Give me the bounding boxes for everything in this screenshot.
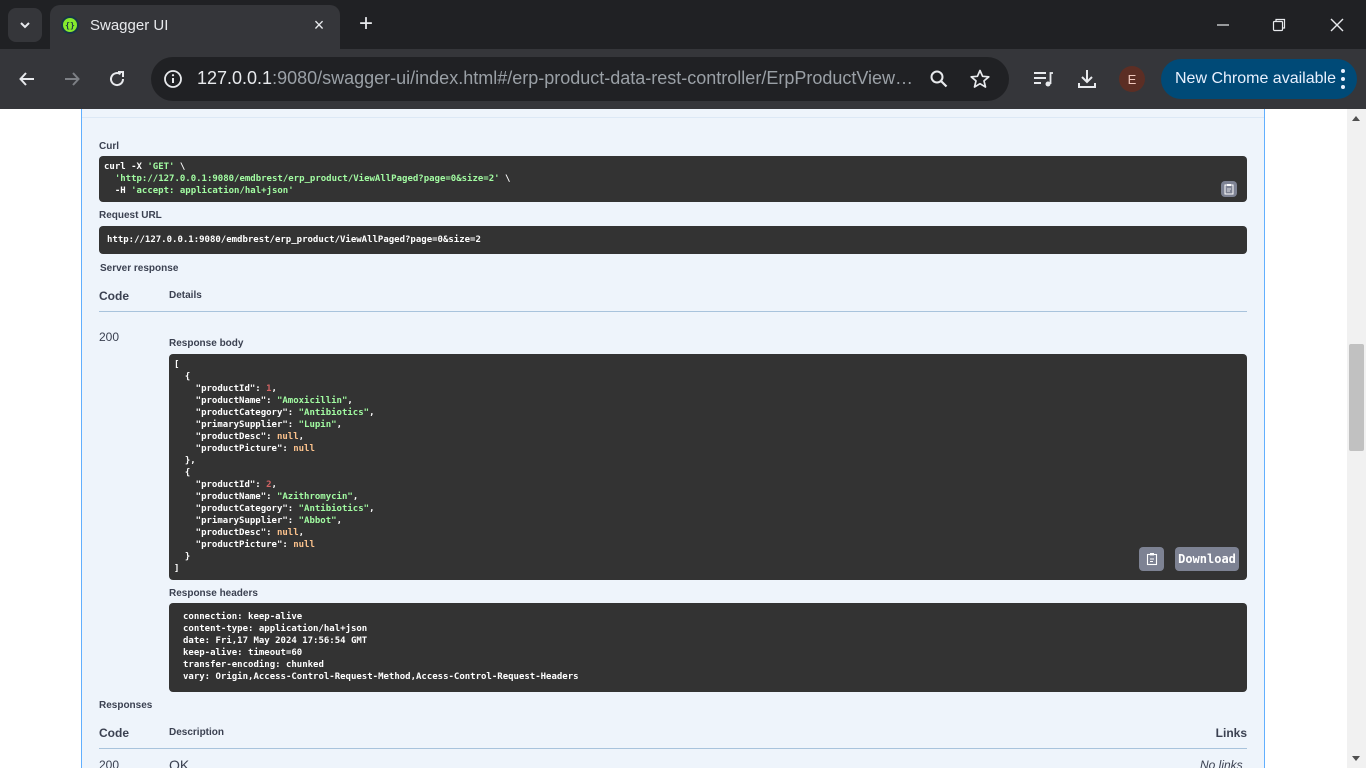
responses-row-code: 200 [99, 758, 120, 768]
response-header-line: vary: Origin,Access-Control-Request-Meth… [183, 672, 579, 682]
scroll-up-icon[interactable] [1352, 116, 1360, 121]
details-column-header: Details [169, 290, 202, 301]
clipboard-icon [1146, 553, 1157, 566]
response-body-label: Response body [169, 338, 244, 349]
url-path: :9080/swagger-ui/index.html#/erp-product… [272, 68, 919, 88]
request-url-block[interactable]: http://127.0.0.1:9080/emdbrest/erp_produ… [99, 226, 1247, 254]
responses-header-row: Code Description Links [99, 716, 1247, 749]
code-column-header: Code [99, 289, 129, 303]
update-label: New Chrome available [1175, 70, 1336, 87]
clipboard-icon [1224, 184, 1234, 195]
responses-row-links: No links [1200, 758, 1243, 768]
curl-copy-button[interactable] [1221, 181, 1237, 197]
curl-code-block[interactable]: curl -X 'GET' \ 'http://127.0.0.1:9080/e… [99, 156, 1247, 202]
json-value: null [276, 528, 299, 538]
scrollbar-thumb[interactable] [1349, 344, 1364, 451]
response-header-line: transfer-encoding: chunked [183, 660, 324, 670]
url-host: 127.0.0.1 [197, 68, 273, 88]
request-url-label: Request URL [99, 210, 162, 221]
swagger-favicon-icon: {} [61, 16, 79, 34]
window-close-icon[interactable] [1323, 12, 1351, 38]
response-status-code: 200 [99, 330, 120, 344]
download-icon[interactable] [1073, 65, 1101, 93]
tab-strip: {} Swagger UI × + [0, 0, 1366, 49]
zoom-icon[interactable] [927, 67, 951, 91]
response-header-line: content-type: application/hal+json [183, 624, 368, 634]
operation-panel: Curl curl -X 'GET' \ 'http://127.0.0.1:9… [81, 109, 1265, 768]
address-bar[interactable]: 127.0.0.1:9080/swagger-ui/index.html#/er… [151, 57, 1009, 101]
site-info-icon[interactable] [161, 67, 185, 91]
more-icon[interactable] [1341, 69, 1345, 89]
response-header-line: keep-alive: timeout=60 [183, 648, 303, 658]
server-response-header-row: Code Details [99, 279, 1247, 312]
download-button[interactable]: Download [1175, 547, 1239, 571]
response-headers-text: connection: keep-alive content-type: app… [183, 611, 579, 683]
curl-command: curl -X 'GET' \ 'http://127.0.0.1:9080/e… [104, 162, 511, 196]
responses-links-header: Links [1215, 726, 1247, 740]
forward-icon[interactable] [58, 65, 86, 93]
responses-row-description: OK [169, 757, 190, 768]
json-value: "Azithromycin" [276, 492, 353, 502]
response-header-line: date: Fri,17 May 2024 17:56:54 GMT [183, 636, 368, 646]
panel-divider [82, 117, 1264, 118]
tab-title: Swagger UI [90, 17, 169, 34]
reload-icon[interactable] [103, 65, 131, 93]
back-icon[interactable] [13, 65, 41, 93]
response-headers-label: Response headers [169, 588, 258, 599]
minimize-icon[interactable] [1209, 12, 1237, 38]
json-value: null [293, 540, 315, 550]
response-header-line: connection: keep-alive [183, 612, 303, 622]
tab-search-icon [20, 22, 30, 29]
response-body-block[interactable]: [ { "productId": 1, "productName": "Amox… [169, 354, 1247, 580]
json-value: null [293, 444, 315, 454]
json-value: "Amoxicillin" [276, 396, 348, 406]
url-text[interactable]: 127.0.0.1:9080/swagger-ui/index.html#/er… [197, 68, 919, 89]
page-viewport: Curl curl -X 'GET' \ 'http://127.0.0.1:9… [0, 109, 1347, 768]
request-url-text: http://127.0.0.1:9080/emdbrest/erp_produ… [107, 235, 481, 245]
curl-label: Curl [99, 141, 119, 152]
media-icon[interactable] [1029, 65, 1057, 93]
responses-code-header: Code [99, 726, 129, 740]
star-icon[interactable] [968, 67, 992, 91]
restore-icon[interactable] [1265, 12, 1293, 38]
responses-description-header: Description [169, 727, 225, 738]
new-chrome-available-button[interactable]: New Chrome available [1161, 59, 1357, 99]
tab-search-button[interactable] [8, 8, 42, 42]
json-value: "Antibiotics" [298, 408, 370, 418]
profile-avatar[interactable]: E [1119, 66, 1145, 92]
scroll-down-icon[interactable] [1352, 756, 1360, 761]
tab-swagger-ui[interactable]: {} Swagger UI × [50, 5, 340, 49]
responses-label: Responses [99, 700, 153, 711]
json-value: "Abbot" [298, 516, 337, 526]
page-scrollbar[interactable] [1347, 109, 1366, 768]
response-headers-block[interactable]: connection: keep-alive content-type: app… [169, 603, 1247, 692]
json-value: null [276, 432, 299, 442]
json-value: "Lupin" [298, 420, 337, 430]
close-icon[interactable]: × [310, 16, 328, 34]
response-body-json: [ { "productId": 1, "productName": "Amox… [174, 360, 375, 574]
json-value: "Antibiotics" [298, 504, 370, 514]
plus-icon[interactable]: + [352, 11, 380, 39]
server-response-label: Server response [100, 263, 179, 274]
response-copy-button[interactable] [1139, 547, 1164, 571]
